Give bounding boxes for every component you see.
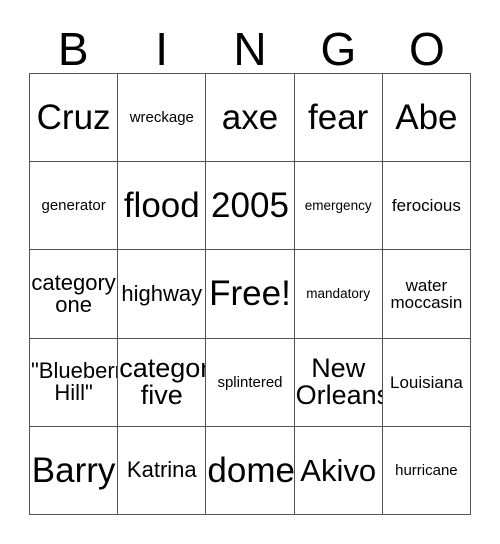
bingo-cell[interactable]: flood <box>118 162 207 251</box>
header-letter-o: O <box>408 23 445 75</box>
header-letter-n: N <box>233 23 267 75</box>
bingo-cell[interactable]: fear <box>294 74 383 163</box>
bingo-cell[interactable]: hurricane <box>382 426 471 515</box>
bingo-cell[interactable]: New Orleans <box>294 338 383 427</box>
bingo-cell[interactable]: Cruz <box>30 74 119 163</box>
bingo-cell[interactable]: "Blueberry Hill" <box>30 338 119 427</box>
bingo-cell[interactable]: water moccasin <box>382 250 471 339</box>
bingo-cell[interactable]: mandatory <box>294 250 383 339</box>
bingo-cell-label: Cruz <box>36 97 111 137</box>
bingo-cell[interactable]: Abe <box>382 74 471 163</box>
bingo-cell-label: Akivo <box>300 452 377 488</box>
bingo-cell-label: 2005 <box>211 185 289 225</box>
header-letter-g: G <box>320 23 357 75</box>
bingo-cell-label: "Blueberry Hill" <box>31 357 117 406</box>
bingo-cell-label: hurricane <box>395 461 458 479</box>
bingo-cell-label: mandatory <box>306 286 371 302</box>
bingo-cell-label: splintered <box>217 373 283 391</box>
bingo-cell[interactable]: Akivo <box>294 426 383 515</box>
bingo-cell-label: Abe <box>395 97 458 137</box>
bingo-cell[interactable]: highway <box>118 250 207 339</box>
bingo-cell[interactable]: axe <box>206 74 295 163</box>
bingo-cell[interactable]: splintered <box>206 338 295 427</box>
bingo-cell-label: water moccasin <box>390 275 463 312</box>
bingo-cell-label: flood <box>123 185 200 225</box>
bingo-cell-label: New Orleans <box>295 352 383 411</box>
bingo-cell-label: Katrina <box>126 457 197 483</box>
bingo-cell-label: Louisiana <box>390 372 463 392</box>
bingo-cell-label: axe <box>221 97 279 137</box>
bingo-card: B I N G O Cruz wreckage axe fear Abe generato… <box>0 0 500 544</box>
bingo-cell[interactable]: category five <box>118 338 207 427</box>
bingo-cell[interactable]: Katrina <box>118 426 207 515</box>
bingo-cell[interactable]: ferocious <box>382 162 471 251</box>
bingo-cell[interactable]: Louisiana <box>382 338 471 427</box>
bingo-cell[interactable]: wreckage <box>118 74 207 163</box>
bingo-cell[interactable]: dome <box>206 426 295 515</box>
header-letter-i: I <box>155 23 168 75</box>
bingo-header-row: B I N G O <box>29 18 471 73</box>
bingo-cell-label: ferocious <box>391 196 461 216</box>
bingo-cell-label: category one <box>31 269 116 317</box>
bingo-cell[interactable]: generator <box>30 162 119 251</box>
bingo-cell-label: Barry <box>31 450 116 490</box>
bingo-cell[interactable]: 2005 <box>206 162 295 251</box>
bingo-grid: Cruz wreckage axe fear Abe generator flood 2005… <box>29 73 471 515</box>
bingo-cell[interactable]: Barry <box>30 426 119 515</box>
bingo-cell-label: category five <box>119 352 205 411</box>
bingo-cell-label: Free! <box>209 274 291 314</box>
bingo-cell[interactable]: category one <box>30 250 119 339</box>
bingo-cell-label: emergency <box>304 197 372 213</box>
bingo-cell-label: fear <box>308 97 369 137</box>
bingo-cell-label: generator <box>41 197 106 215</box>
bingo-cell[interactable]: Free! <box>206 250 295 339</box>
bingo-cell-label: highway <box>121 280 203 306</box>
header-letter-b: B <box>57 23 89 75</box>
bingo-cell-label: dome <box>207 450 295 490</box>
bingo-cell[interactable]: emergency <box>294 162 383 251</box>
bingo-cell-label: wreckage <box>129 108 194 126</box>
